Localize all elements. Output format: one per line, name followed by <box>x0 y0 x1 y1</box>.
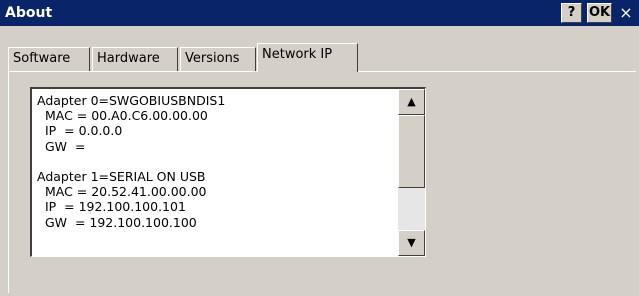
tab-versions[interactable]: Versions <box>180 47 256 71</box>
network-line: IP = 0.0.0.0 <box>37 123 123 139</box>
vertical-scrollbar[interactable]: ▲ ▼ <box>398 89 425 256</box>
tab-software[interactable]: Software <box>8 47 90 71</box>
tab-strip: Software Hardware Versions Network IP <box>8 41 636 72</box>
about-window: About ? OK × Software Hardware Versions … <box>0 0 639 296</box>
network-line <box>37 154 387 169</box>
network-line: GW = 192.100.100.100 <box>37 214 197 230</box>
tab-network-ip[interactable]: Network IP <box>257 43 358 72</box>
scroll-down-button[interactable]: ▼ <box>398 230 425 256</box>
tab-hardware[interactable]: Hardware <box>92 47 178 71</box>
help-button[interactable]: ? <box>561 3 582 23</box>
close-button[interactable]: × <box>616 3 636 23</box>
scroll-up-button[interactable]: ▲ <box>398 89 425 115</box>
scroll-thumb[interactable] <box>398 115 425 188</box>
window-title: About <box>5 5 53 21</box>
title-bar: About ? OK × <box>0 0 639 26</box>
network-info-text: Adapter 0=SWGOBIUSBNDIS1 MAC = 00.A0.C6.… <box>37 93 387 230</box>
network-line: Adapter 0=SWGOBIUSBNDIS1 <box>37 93 226 108</box>
ok-button[interactable]: OK <box>587 3 612 23</box>
network-line: IP = 192.100.100.101 <box>37 199 186 215</box>
network-line: MAC = 00.A0.C6.00.00.00 <box>37 108 208 124</box>
network-line: Adapter 1=SERIAL ON USB <box>37 168 206 184</box>
network-line: MAC = 20.52.41.00.00.00 <box>37 184 207 200</box>
network-info-listbox[interactable]: Adapter 0=SWGOBIUSBNDIS1 MAC = 00.A0.C6.… <box>30 87 426 257</box>
network-line: GW = <box>37 138 86 154</box>
